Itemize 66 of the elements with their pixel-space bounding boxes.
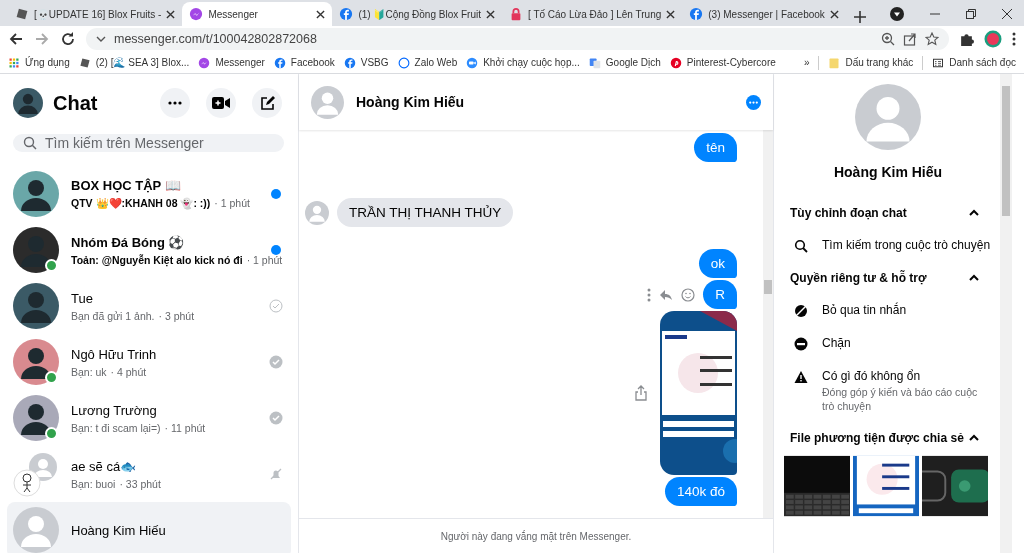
menu-item[interactable]: Bỏ qua tin nhắn [788, 295, 988, 328]
conversation-item[interactable]: ae sẽ cá🐟 Bạn: buoi · 33 phút [0, 446, 291, 502]
menu-item[interactable]: Chặn [788, 328, 988, 361]
sent-message: R [703, 280, 737, 309]
browser-tab[interactable]: (1) 🔰Cộng Đồng Blox Fruit [332, 2, 502, 26]
menu-item-label: Chặn [822, 336, 851, 350]
menu-item[interactable]: Tìm kiếm trong cuộc trò chuyện [788, 230, 988, 263]
menu-item[interactable]: Có gì đó không ổn Đóng góp ý kiến và báo cáo cuộc trò chuyện [788, 361, 988, 424]
contact-name: Lương Trường [71, 402, 158, 418]
bookmark-link[interactable]: Google Dịch [588, 56, 661, 69]
bookmark-link[interactable]: (2) [🌊 SEA 3] Blox... [78, 56, 190, 69]
conversation-item[interactable]: Lương Trường Bạn: t đi scam lại=) · 11 phút [0, 390, 291, 446]
menu-item-label: Bỏ qua tin nhắn [822, 303, 907, 317]
message-preview: Toản: @Nguyễn Kiệt alo kick nó đi [71, 253, 243, 266]
bookmark-link[interactable]: Zalo Web [397, 56, 458, 69]
message-time: · 3 phút [158, 309, 195, 322]
browser-tab[interactable]: (3) Messenger | Facebook [682, 2, 846, 26]
sent-message: ok [698, 249, 737, 278]
bookmark-link[interactable]: Dấu trang khác [828, 56, 914, 69]
bookmark-link[interactable]: Pinterest-Cybercore [669, 56, 776, 69]
section-header[interactable]: File phương tiện được chia sẻ [788, 423, 988, 456]
message-time: · 4 phút [110, 365, 147, 378]
menu-item-description: Đóng góp ý kiến và báo cáo cuộc trò chuyện [822, 386, 979, 414]
contact-name: Hoàng Kim Hiếu [356, 94, 466, 110]
contact-name: BOX HỌC TẬP 📖 [71, 178, 182, 193]
chat-title: Chat [53, 91, 99, 115]
browser-tab[interactable]: Messenger [182, 2, 333, 26]
conversation-item[interactable]: Nhóm Đá Bóng ⚽ Toản: @Nguyễn Kiệt alo kick nó đi · 1 phút [0, 222, 291, 278]
conversation-item[interactable]: Tue Bạn đã gửi 1 ảnh. · 3 phút [0, 278, 291, 334]
message-preview: Bạn: t đi scam lại=) [71, 421, 161, 434]
received-message: TRẦN THỊ THANH THỦY [337, 198, 514, 227]
message-preview: Bạn: buoi [71, 477, 116, 490]
bookmark-link[interactable]: Messenger [198, 56, 265, 69]
message-time: · 1 phút [246, 253, 283, 266]
conversation-item[interactable]: Ngô Hữu Trinh Bạn: uk · 4 phút [0, 334, 291, 390]
conversation-item[interactable]: BOX HỌC TẬP 📖 QTV 👑❤:KHANH 08 👻: :)) · 1 phút [0, 166, 291, 222]
bookmark-link[interactable]: Ứng dụng [8, 56, 70, 69]
contact-name: Tue [71, 290, 94, 306]
bookmark-link[interactable]: Khởi chạy cuộc họp... [466, 56, 580, 69]
contact-name: Hoàng Kim Hiếu [71, 522, 167, 538]
away-notice: Người này đang vắng mặt trên Messenger. [299, 518, 773, 553]
contact-name: Nhóm Đá Bóng ⚽ [71, 234, 186, 250]
message-time: · 1 phút [214, 197, 250, 210]
browser-tab[interactable]: [ Tố Cáo Lừa Đảo ] Lên Trung [502, 2, 683, 26]
more-bookmarks-button[interactable]: » [803, 57, 810, 68]
menu-item-label: Tìm kiếm trong cuộc trò chuyện [822, 238, 991, 252]
contact-name: Hoàng Kim Hiếu [833, 164, 943, 180]
message-preview: QTV 👑❤:KHANH 08 👻: :)) [71, 197, 211, 210]
message-preview: Bạn đã gửi 1 ảnh. [71, 309, 155, 322]
conversation-item[interactable]: Hoàng Kim Hiếu [7, 502, 291, 553]
message-time: · 33 phút [119, 477, 161, 490]
bookmark-link[interactable]: VSBG [343, 56, 389, 69]
contact-name: ae sẽ cá🐟 [71, 458, 138, 474]
section-header[interactable]: Quyền riêng tư & hỗ trợ [788, 263, 988, 295]
contact-name: Ngô Hữu Trinh [71, 346, 158, 362]
sent-message: tên [694, 133, 737, 162]
address-bar[interactable]: messenger.com/t/100042802872068 [86, 28, 949, 50]
section-header[interactable]: Tùy chỉnh đoạn chat [788, 198, 988, 230]
search-field[interactable]: Tìm kiếm trên Messenger [13, 134, 284, 152]
message-preview: Bạn: uk [71, 365, 107, 378]
message-time: · 11 phút [164, 421, 206, 434]
menu-item-label: Có gì đó không ổn [822, 369, 922, 383]
bookmark-link[interactable]: Facebook [273, 56, 335, 69]
browser-tab[interactable]: [💀UPDATE 16] Blox Fruits - [8, 2, 183, 26]
sent-message: 140k đó [664, 477, 737, 506]
bookmark-link[interactable]: Danh sách đọc [932, 56, 1016, 69]
